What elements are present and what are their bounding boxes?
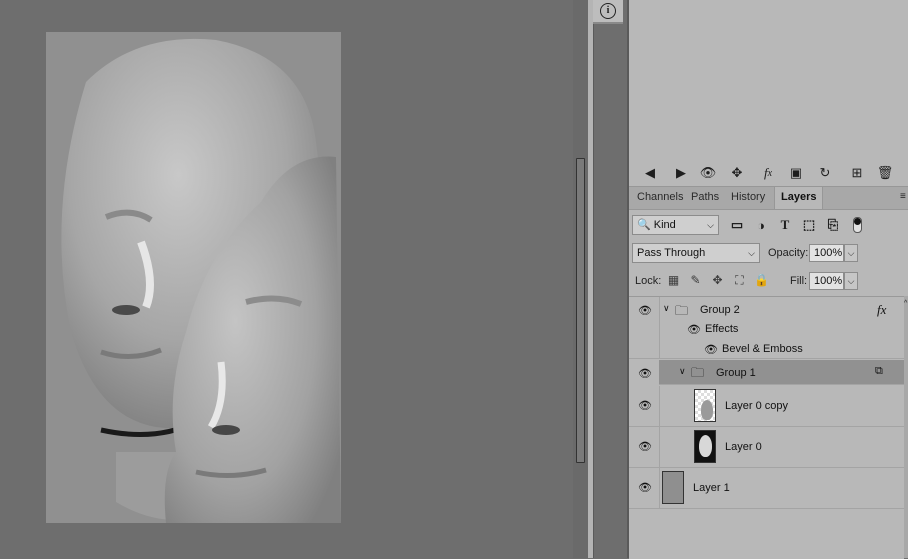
lock-position-icon[interactable]: ✥ — [710, 273, 725, 288]
visibility-eye-icon[interactable]: 👁 — [637, 399, 653, 412]
layers-scrollbar[interactable]: ^ — [904, 296, 908, 558]
bevel-eye-icon[interactable]: 👁 — [704, 343, 718, 356]
filter-toggle-icon[interactable] — [849, 217, 865, 233]
lock-all-icon[interactable]: 🔒 — [754, 273, 769, 288]
lock-row: Lock: ▦ ✎ ✥ ⛶ 🔒 Fill: 100% ⌵ — [629, 268, 908, 294]
column-divider — [659, 468, 660, 508]
fx-badge-icon[interactable]: fx — [877, 302, 886, 318]
lock-transparent-icon[interactable]: ▦ — [666, 273, 681, 288]
document-image[interactable] — [46, 32, 341, 523]
layer-name: Layer 0 copy — [725, 400, 788, 412]
visibility-eye-icon[interactable]: 👁 — [637, 440, 653, 453]
info-button[interactable]: i — [593, 0, 623, 24]
layers-list: 👁 ∨ 🗀 Group 2 fx 👁 Effects 👁 Bevel & Emb… — [629, 296, 904, 559]
bevel-emboss-label: Bevel & Emboss — [722, 343, 803, 355]
panel-dock-column — [593, 0, 628, 558]
loop-icon[interactable]: ↻ — [816, 165, 834, 181]
blend-mode-label: Pass Through — [637, 247, 706, 259]
filter-kind-select[interactable]: 🔍 Kind ⌵ — [632, 215, 719, 235]
layer-thumbnail — [662, 471, 684, 504]
layer-row-layer-0[interactable]: 👁 Layer 0 — [629, 427, 904, 468]
column-divider — [659, 386, 660, 426]
mannequin-faces-image — [46, 32, 341, 523]
opacity-label: Opacity: — [768, 247, 809, 259]
layer-row-layer-1[interactable]: 👁 Layer 1 — [629, 468, 904, 509]
trash-icon[interactable]: 🗑 — [876, 165, 894, 181]
layer-thumbnail — [694, 389, 716, 422]
clipping-mask-icon[interactable]: ⧉ — [875, 365, 883, 378]
blend-row: Pass Through ⌵ Opacity: 100% ⌵ — [629, 241, 908, 267]
visibility-eye-icon[interactable]: 👁 — [637, 367, 653, 380]
upper-panel-area — [629, 0, 908, 160]
scroll-up-icon[interactable]: ^ — [904, 300, 908, 310]
chevron-down-icon[interactable]: ∨ — [679, 366, 686, 377]
prev-frame-icon[interactable]: ◀ — [641, 165, 659, 181]
lock-label: Lock: — [635, 275, 662, 287]
layer-name: Layer 1 — [693, 482, 730, 494]
canvas-vertical-scrollbar[interactable] — [573, 0, 588, 558]
adjustment-filter-icon[interactable]: ◑ — [753, 217, 769, 233]
layer-row-layer-0-copy[interactable]: 👁 Layer 0 copy — [629, 386, 904, 427]
layer-row-group-1[interactable]: ∨ 🗀 Group 1 ⧉ — [659, 360, 904, 385]
play-icon[interactable]: ▶ — [672, 165, 690, 181]
layer-row-group-2[interactable]: 👁 ∨ 🗀 Group 2 fx 👁 Effects 👁 Bevel & Emb… — [629, 297, 904, 359]
fx-icon[interactable]: fx — [759, 165, 777, 181]
info-circle-icon: i — [600, 3, 616, 19]
layers-panel-group: ◀ ▶ 👁 ✥ fx ▣ ↻ ⊞ 🗑 Channels Paths Histor… — [629, 0, 908, 559]
panel-tabs: Channels Paths History Layers ≡ — [629, 186, 908, 210]
fill-field[interactable]: 100% — [809, 272, 844, 290]
smart-object-filter-icon[interactable]: ⎘ — [825, 217, 841, 233]
timeline-controls-bar: ◀ ▶ 👁 ✥ fx ▣ ↻ ⊞ 🗑 — [629, 160, 908, 186]
chevron-down-icon: ⌵ — [707, 220, 714, 230]
search-icon: 🔍 — [637, 219, 651, 231]
visibility-eye-icon[interactable]: 👁 — [637, 481, 653, 494]
chevron-down-icon: ⌵ — [748, 248, 755, 258]
layer-name: Group 2 — [700, 304, 740, 316]
folder-icon: 🗀 — [691, 365, 705, 380]
effects-eye-icon[interactable]: 👁 — [687, 323, 701, 336]
scrollbar-thumb[interactable] — [576, 158, 585, 463]
layer-filter-row: 🔍 Kind ⌵ ▭ ◑ T ⬚ ⎘ — [629, 210, 908, 240]
filter-kind-label: Kind — [653, 219, 676, 231]
tab-history[interactable]: History — [725, 187, 771, 209]
opacity-field[interactable]: 100% — [809, 244, 844, 262]
visibility-eye-icon[interactable]: 👁 — [637, 304, 653, 317]
layer-thumbnail — [694, 430, 716, 463]
new-frame-icon[interactable]: ▣ — [787, 165, 805, 181]
chevron-down-icon[interactable]: ∨ — [663, 303, 670, 314]
move-icon[interactable]: ✥ — [728, 165, 746, 181]
group-1-eye-cell[interactable]: 👁 — [629, 360, 659, 385]
lock-artboard-icon[interactable]: ⛶ — [732, 273, 747, 288]
add-icon[interactable]: ⊞ — [848, 165, 866, 181]
layer-name: Layer 0 — [725, 441, 762, 453]
lock-image-icon[interactable]: ✎ — [688, 273, 703, 288]
column-divider — [659, 297, 660, 358]
tab-paths[interactable]: Paths — [685, 187, 725, 209]
folder-icon: 🗀 — [675, 303, 689, 318]
type-filter-icon[interactable]: T — [777, 217, 793, 233]
document-canvas-area[interactable] — [0, 0, 573, 558]
effects-label: Effects — [705, 323, 739, 335]
fill-dropdown-icon[interactable]: ⌵ — [844, 272, 858, 290]
blend-mode-select[interactable]: Pass Through ⌵ — [632, 243, 760, 263]
panel-menu-icon[interactable]: ≡ — [900, 191, 908, 203]
visibility-icon[interactable]: 👁 — [699, 165, 717, 181]
pixel-filter-icon[interactable]: ▭ — [729, 217, 745, 233]
layer-name: Group 1 — [716, 367, 756, 379]
tab-channels[interactable]: Channels — [631, 187, 689, 209]
tab-layers[interactable]: Layers — [774, 187, 824, 209]
opacity-dropdown-icon[interactable]: ⌵ — [844, 244, 858, 262]
fill-label: Fill: — [790, 275, 808, 287]
column-divider — [659, 427, 660, 467]
shape-filter-icon[interactable]: ⬚ — [801, 217, 817, 233]
